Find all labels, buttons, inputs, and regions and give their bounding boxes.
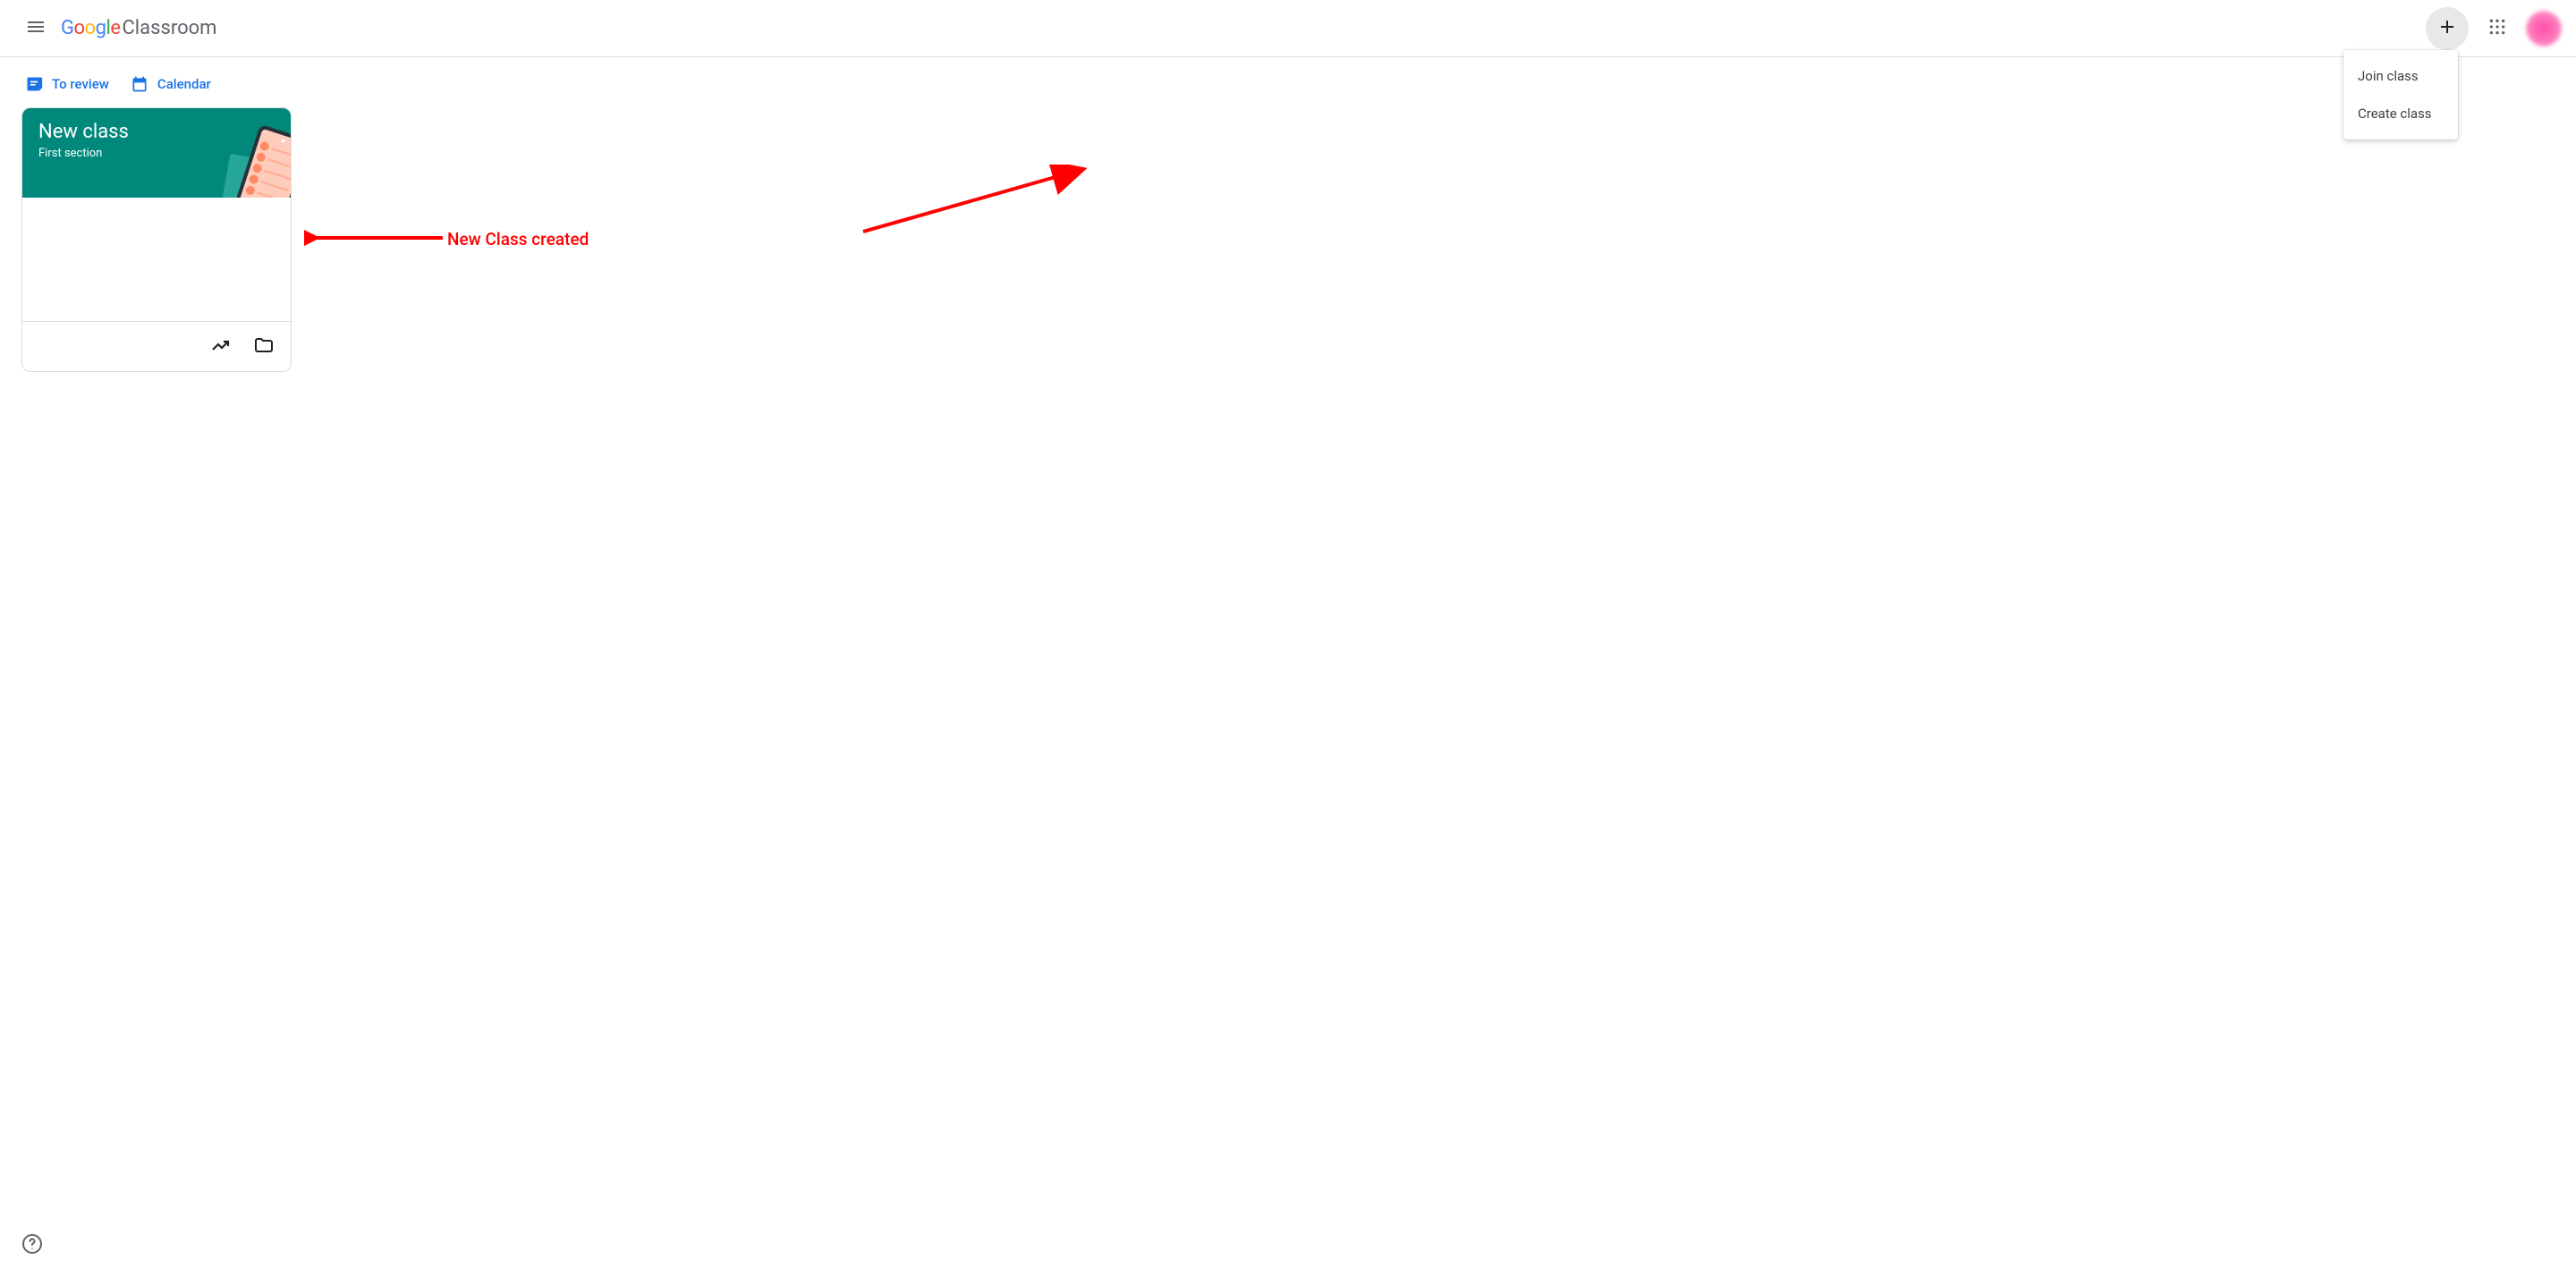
gradebook-button[interactable]	[201, 327, 241, 367]
class-card-header: New class First section	[22, 108, 291, 198]
calendar-icon	[131, 75, 148, 93]
class-folder-button[interactable]	[244, 327, 284, 367]
class-cards-grid: New class First section	[0, 107, 2576, 372]
main-content: To review Calendar New class First secti…	[0, 57, 2576, 372]
google-apps-button[interactable]	[2476, 7, 2519, 50]
help-icon	[21, 1233, 43, 1257]
join-class-item[interactable]: Join class	[2343, 57, 2458, 95]
plus-icon	[2436, 16, 2458, 40]
main-menu-button[interactable]	[14, 7, 57, 50]
logo[interactable]: Google Classroom	[61, 17, 216, 39]
folder-icon	[253, 334, 275, 359]
review-icon	[25, 75, 43, 93]
apps-grid-icon	[2488, 18, 2506, 38]
toolbar: To review Calendar	[0, 57, 2576, 107]
account-avatar[interactable]	[2526, 11, 2562, 47]
class-card-body	[22, 198, 291, 321]
class-card-footer	[22, 321, 291, 371]
trending-icon	[210, 334, 232, 359]
calendar-link[interactable]: Calendar	[131, 75, 211, 93]
to-review-label: To review	[52, 76, 109, 92]
hamburger-icon	[25, 16, 47, 40]
google-logo-text: Google	[61, 17, 120, 39]
create-join-button[interactable]	[2426, 7, 2469, 50]
calendar-label: Calendar	[157, 76, 211, 92]
to-review-link[interactable]: To review	[25, 75, 109, 93]
help-button[interactable]	[14, 1227, 50, 1263]
class-card[interactable]: New class First section	[21, 107, 292, 372]
product-name: Classroom	[122, 17, 216, 39]
create-join-dropdown: Join class Create class	[2343, 50, 2458, 140]
app-header: Google Classroom Join class Create class	[0, 0, 2576, 57]
create-class-item[interactable]: Create class	[2343, 95, 2458, 132]
